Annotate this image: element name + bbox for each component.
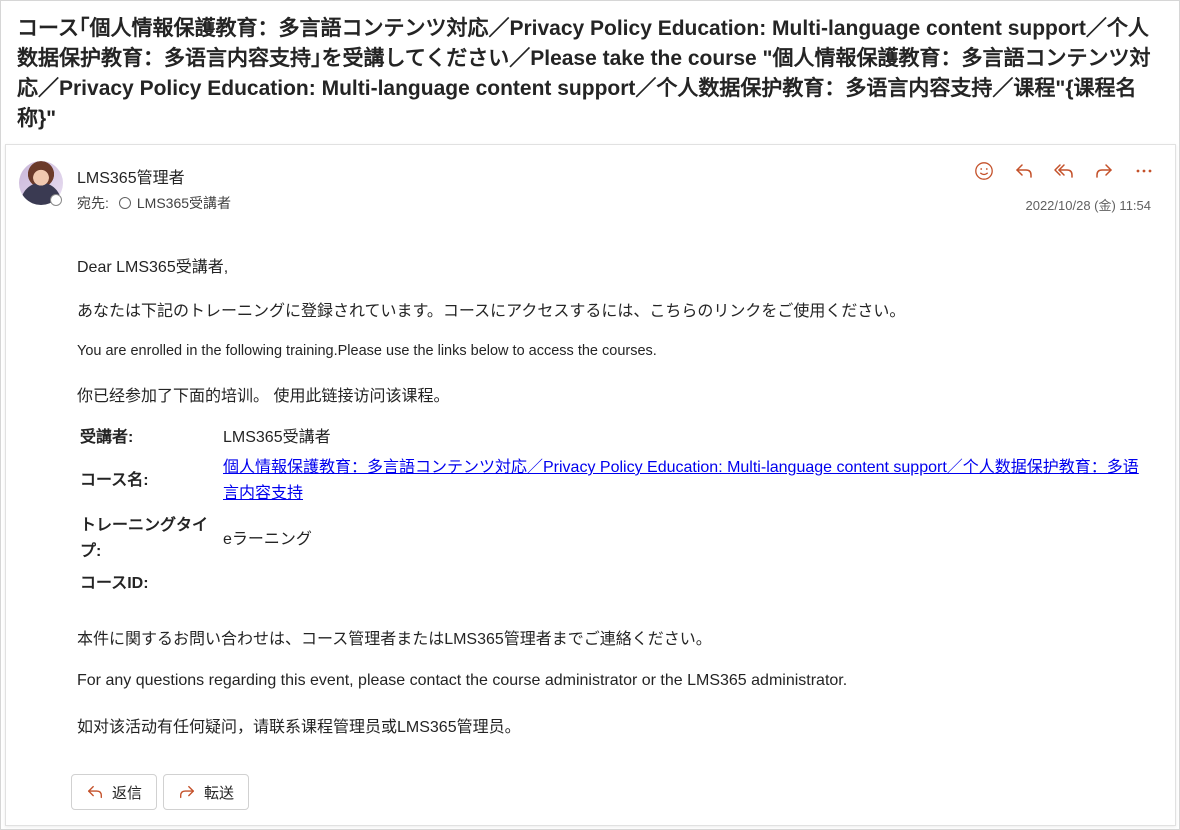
learner-label: 受講者: [80,429,134,446]
to-label: 宛先: [77,195,109,211]
recipient-line: 宛先: LMS365受講者 [77,193,231,213]
sender-name[interactable]: LMS365管理者 [77,164,185,188]
footer-actions: 返信 転送 [71,774,250,810]
forward-button-label: 転送 [204,784,235,802]
course-link[interactable]: 個人情報保護教育：多言語コンテンツ対応／Privacy Policy Educa… [223,459,1139,502]
message-card: LMS365管理者 宛先: LMS365受講者 2022/10/28 (金) 1… [5,144,1176,826]
presence-status-icon [50,194,62,206]
greeting: Dear LMS365受講者, [77,259,229,276]
reply-icon[interactable] [1009,157,1039,185]
contact-chinese: 如对该活动有任何疑问，请联系课程管理员或LMS365管理员。 [77,719,521,736]
forward-icon [180,785,194,799]
course-id-label: コースID: [80,575,149,592]
training-type-label: トレーニングタイプ: [80,517,209,560]
training-type-value: eラーニング [223,531,312,548]
smile-icon[interactable] [969,157,999,185]
reply-button-label: 返信 [112,784,143,802]
recipient-presence-icon [118,197,131,209]
reply-button[interactable]: 返信 [71,774,158,810]
intro-japanese: あなたは下記のトレーニングに登録されています。コースにアクセスするには、こちらの… [77,303,906,320]
contact-english: For any questions regarding this event, … [77,672,848,689]
forward-button[interactable]: 転送 [163,774,250,810]
forward-icon[interactable] [1089,157,1119,185]
more-icon[interactable] [1129,157,1159,185]
message-date: 2022/10/28 (金) 11:54 [1025,198,1151,213]
message-actions [969,157,1159,185]
intro-english: You are enrolled in the following traini… [77,343,657,359]
recipient-name[interactable]: LMS365受講者 [137,193,231,213]
email-subject: コース｢個人情報保護教育：多言語コンテンツ対応／Privacy Policy E… [17,17,1151,130]
course-name-label: コース名: [80,472,149,489]
learner-value: LMS365受講者 [223,429,331,446]
reply-icon [88,785,102,799]
intro-chinese: 你已经参加了下面的培训。 使用此链接访问该课程。 [77,388,450,405]
email-reading-pane: コース｢個人情報保護教育：多言語コンテンツ対応／Privacy Policy E… [0,0,1180,830]
contact-japanese: 本件に関するお問い合わせは、コース管理者またはLMS365管理者までご連絡くださ… [77,631,712,648]
course-name-value: 個人情報保護教育：多言語コンテンツ対応／Privacy Policy Educa… [223,455,1143,507]
reply-all-icon[interactable] [1049,157,1079,185]
